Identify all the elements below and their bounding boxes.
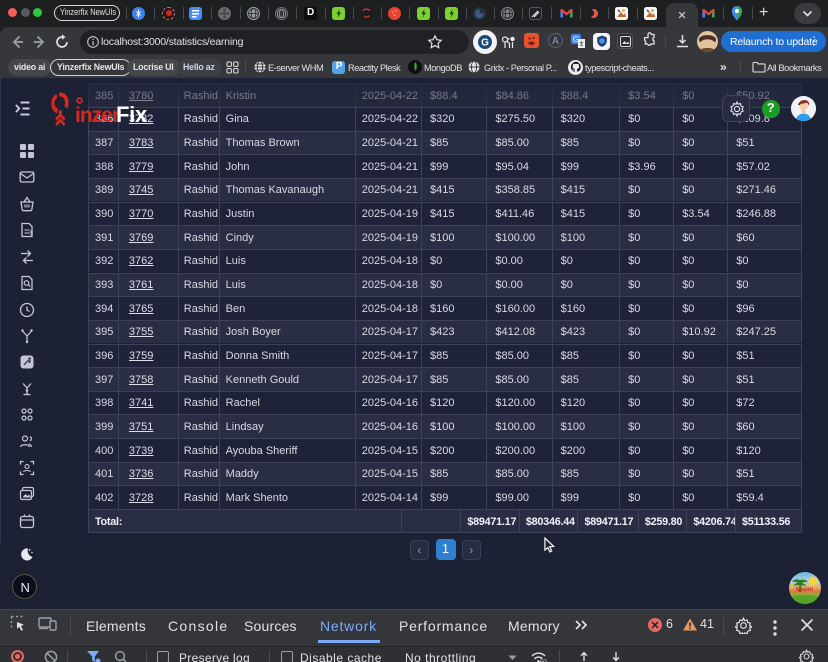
- svg-text:inzer: inzer: [75, 104, 120, 127]
- svg-text:$: $: [30, 231, 34, 237]
- svg-text:Miami: Miami: [796, 587, 813, 593]
- svg-text:Fix: Fix: [116, 102, 148, 127]
- svg-text:G: G: [481, 38, 489, 49]
